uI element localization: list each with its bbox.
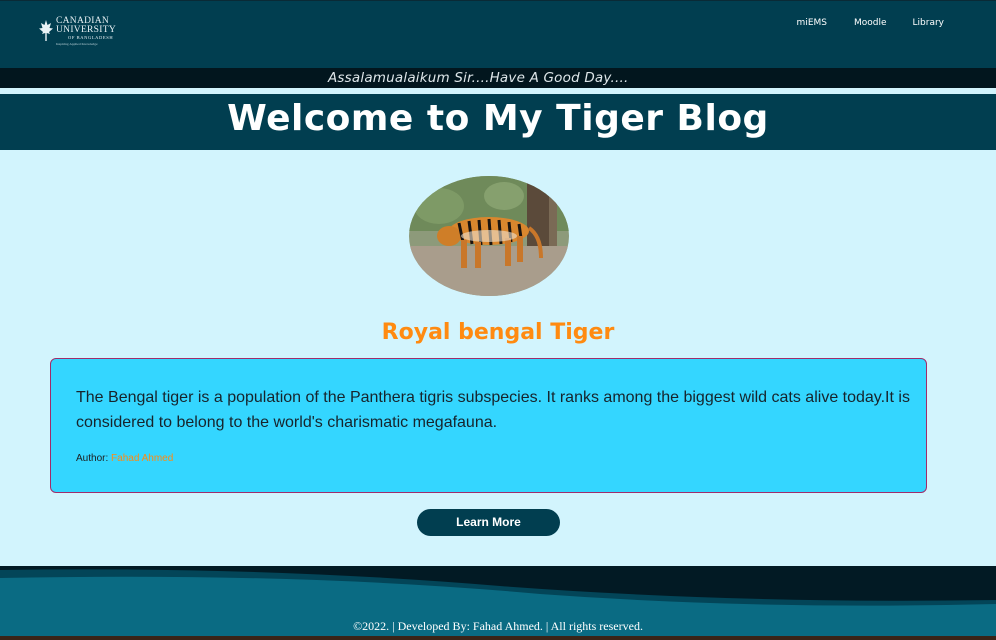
footer-wave [0, 566, 996, 608]
greeting-marquee: Assalamualaikum Sir....Have A Good Day..… [0, 68, 996, 88]
author-name: Fahad Ahmed [111, 453, 174, 464]
logo-tagline: Inspiring Applied Knowledge [56, 42, 98, 46]
learn-more-button[interactable]: Learn More [417, 509, 560, 536]
footer-text: ©2022. | Developed By: Fahad Ahmed. | Al… [353, 619, 643, 633]
logo-text: CANADIAN UNIVERSITY OF BANGLADESH Inspir… [56, 16, 116, 47]
nav-links: miEMS Moodle Library [797, 18, 944, 28]
author-line: Author: Fahad Ahmed [76, 453, 173, 464]
nav-link-moodle[interactable]: Moodle [854, 18, 887, 28]
card-body-text: The Bengal tiger is a population of the … [76, 389, 910, 431]
page-title: Welcome to My Tiger Blog [227, 98, 769, 139]
university-logo[interactable]: CANADIAN UNIVERSITY OF BANGLADESH Inspir… [38, 16, 116, 47]
marquee-text: Assalamualaikum Sir....Have A Good Day..… [328, 70, 629, 86]
title-banner: Welcome to My Tiger Blog [0, 94, 996, 150]
section-heading: Royal bengal Tiger [381, 320, 615, 345]
info-card: The Bengal tiger is a population of the … [50, 358, 927, 493]
nav-link-library[interactable]: Library [913, 18, 944, 28]
maple-leaf-icon [39, 20, 53, 41]
tiger-photo [409, 176, 569, 296]
author-label: Author: [76, 453, 109, 464]
bottom-strip [0, 636, 996, 640]
footer: ©2022. | Developed By: Fahad Ahmed. | Al… [0, 607, 996, 636]
nav-link-miems[interactable]: miEMS [797, 18, 827, 28]
top-navbar: CANADIAN UNIVERSITY OF BANGLADESH Inspir… [0, 0, 996, 68]
logo-line2: UNIVERSITY [56, 25, 116, 35]
